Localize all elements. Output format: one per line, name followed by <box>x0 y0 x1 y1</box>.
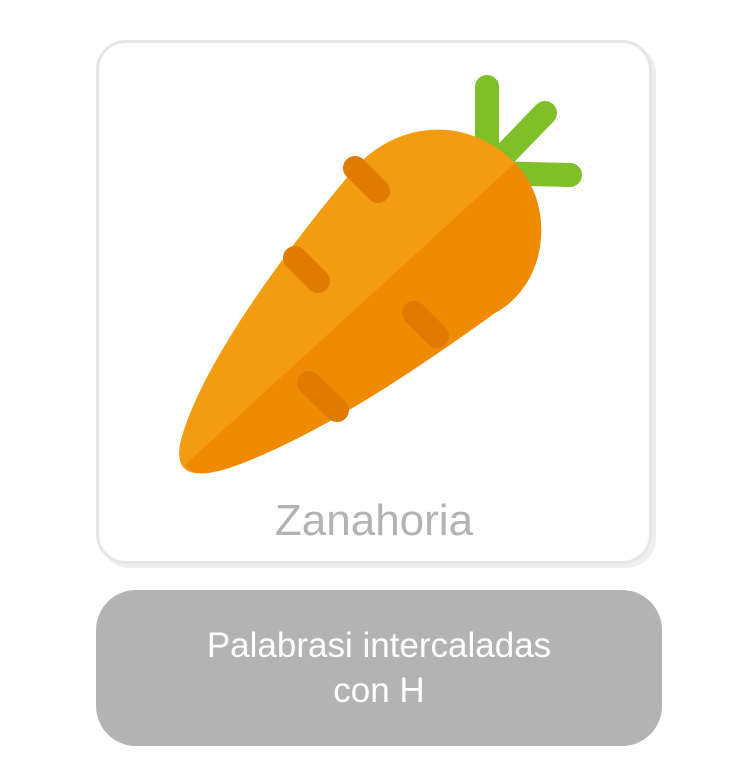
card-label: Zanahoria <box>274 496 474 545</box>
banner-line-2: con H <box>333 671 425 710</box>
banner-text: Palabrasi intercaladas con H <box>207 623 551 713</box>
carrot-icon <box>179 75 582 474</box>
category-banner: Palabrasi intercaladas con H <box>96 590 662 746</box>
banner-line-1: Palabrasi intercaladas <box>206 626 552 665</box>
word-card: Zanahoria <box>96 40 652 564</box>
